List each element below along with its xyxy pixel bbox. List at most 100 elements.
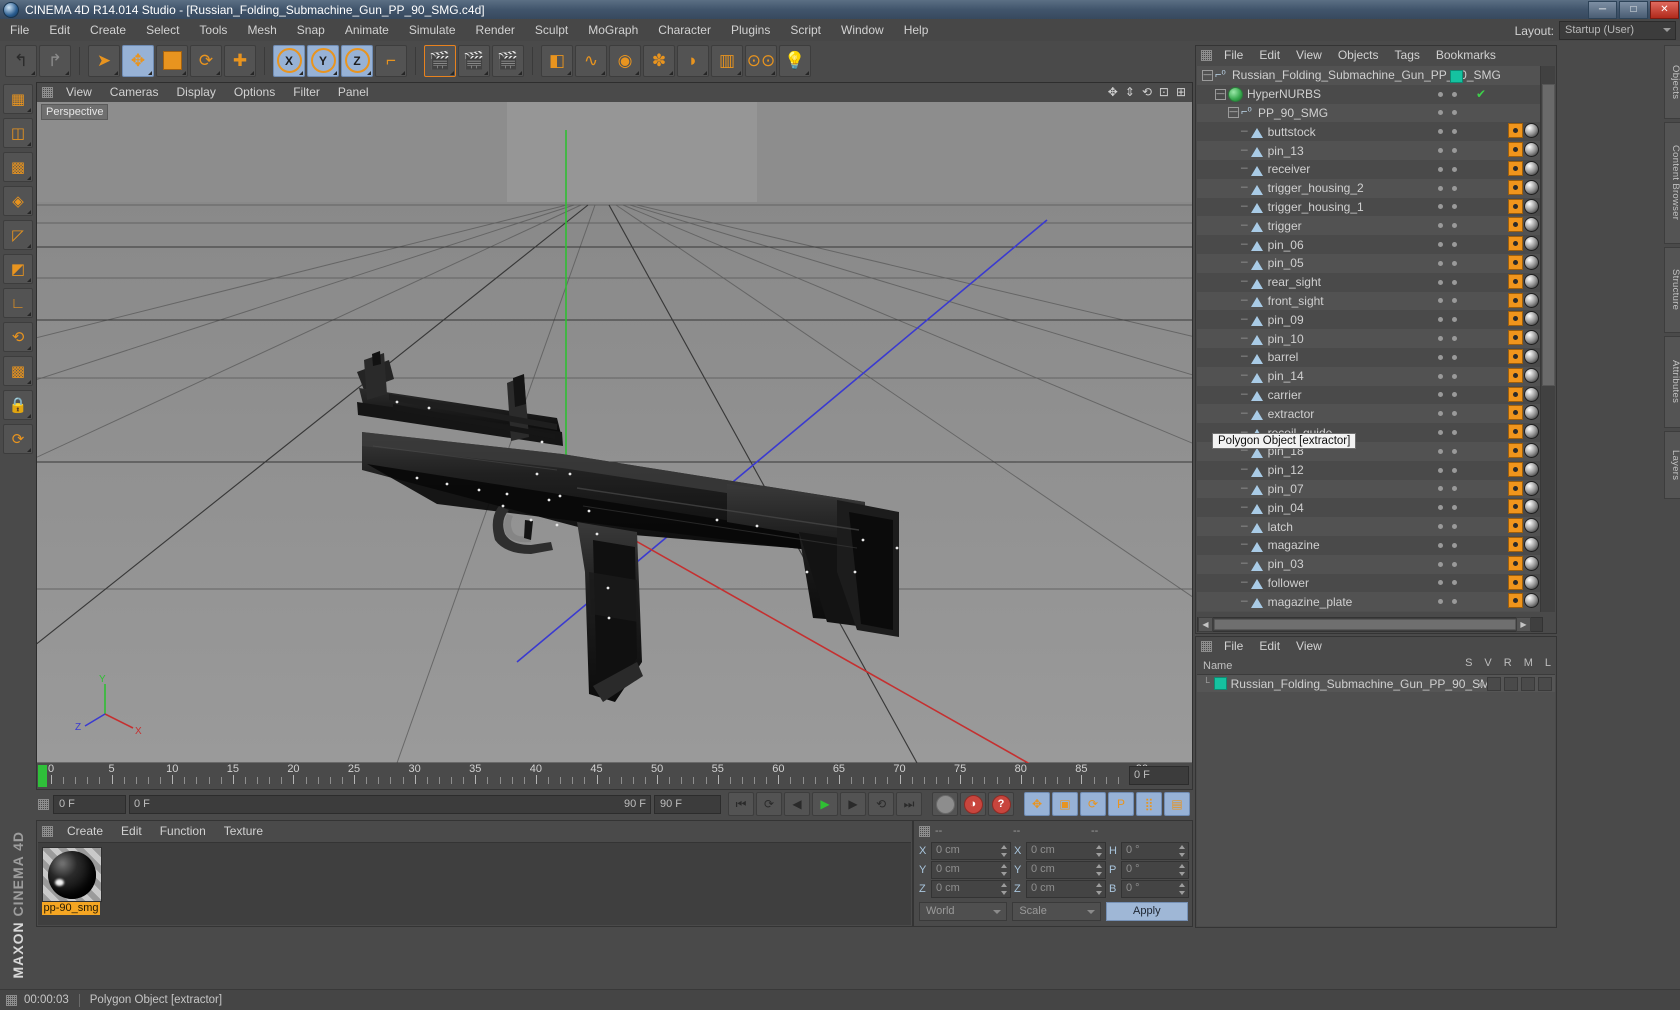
flyout-corner-icon[interactable] [635,70,639,75]
lock-axis-icon[interactable]: 🔒 [3,390,33,420]
menu-item-mograph[interactable]: MoGraph [578,19,648,41]
render-visibility-dot[interactable] [1452,91,1457,97]
render-visibility-dot[interactable] [1452,110,1457,116]
texture-tag-icon[interactable] [1508,536,1523,552]
viewport-menu-cameras[interactable]: Cameras [101,83,168,102]
texture-tag-icon[interactable] [1508,236,1523,252]
object-row[interactable]: — latch [1197,517,1541,536]
menu-item-script[interactable]: Script [780,19,831,41]
menu-item-edit[interactable]: Edit [39,19,80,41]
flyout-corner-icon[interactable] [601,70,605,75]
flyout-corner-icon[interactable] [27,448,31,452]
material-tag-icon[interactable] [1524,273,1539,289]
attribute-column-s[interactable]: S [1465,657,1472,669]
coord-spinner[interactable] [1001,844,1008,857]
attribute-menu-view[interactable]: View [1288,637,1330,656]
coord-field-size-1[interactable]: 0 cm [1026,860,1106,879]
lock-z-icon[interactable]: Z [341,44,373,77]
object-row[interactable]: — HyperNURBS ✔ [1197,84,1541,104]
move-tool-icon[interactable]: ✥ [122,44,154,77]
menu-item-tools[interactable]: Tools [189,19,237,41]
apply-button[interactable]: Apply [1105,901,1188,921]
object-row[interactable]: — magazine_plate [1197,592,1541,612]
object-row[interactable]: — trigger_housing_2 [1197,178,1541,198]
object-row[interactable]: — buttstock [1197,122,1541,142]
coord-field-position-1[interactable]: 0 cm [931,860,1011,879]
material-tag-icon[interactable] [1524,386,1539,402]
editor-visibility-dot[interactable] [1438,561,1443,567]
texture-tag-icon[interactable] [1508,367,1523,383]
attribute-menu-edit[interactable]: Edit [1251,637,1288,656]
editor-visibility-dot[interactable] [1438,467,1443,473]
visibility-dots[interactable] [1438,122,1457,141]
flyout-corner-icon[interactable] [518,70,522,75]
flyout-corner-icon[interactable] [31,70,35,75]
flyout-corner-icon[interactable] [805,70,809,75]
menu-item-select[interactable]: Select [136,19,189,41]
flyout-corner-icon[interactable] [27,210,31,214]
render-visibility-dot[interactable] [1452,223,1457,229]
editor-visibility-dot[interactable] [1438,336,1443,342]
render-visibility-dot[interactable] [1452,129,1457,135]
material-tag-icon[interactable] [1524,424,1539,440]
minimize-button[interactable]: ─ [1588,1,1617,19]
points-mode-icon[interactable]: ◈ [3,186,33,216]
visibility-dots[interactable] [1438,442,1457,461]
viewport-menu-display[interactable]: Display [167,83,224,102]
edges-mode-icon[interactable]: ◸ [3,220,33,250]
keyframe-help-button[interactable]: ? [988,792,1014,816]
attribute-row[interactable]: └ Russian_Folding_Submachine_Gun_PP_90_S… [1197,675,1555,692]
object-row[interactable]: — pin_13 [1197,141,1541,160]
flyout-corner-icon[interactable] [27,108,31,112]
flyout-corner-icon[interactable] [27,244,31,248]
render-visibility-dot[interactable] [1452,505,1457,511]
flyout-corner-icon[interactable] [27,414,31,418]
menu-item-animate[interactable]: Animate [335,19,399,41]
editor-visibility-dot[interactable] [1438,448,1443,454]
menu-item-simulate[interactable]: Simulate [399,19,466,41]
flyout-corner-icon[interactable] [27,346,31,350]
menu-item-mesh[interactable]: Mesh [237,19,286,41]
object-list-horizontal-scrollbar[interactable]: ◀ ▶ [1197,617,1543,632]
visibility-dots[interactable] [1438,480,1457,499]
timeline-scrollbar[interactable]: 0 F 90 F [129,794,651,814]
material-tag-icon[interactable] [1524,292,1539,308]
texture-tag-icon[interactable] [1508,574,1523,590]
menu-item-sculpt[interactable]: Sculpt [525,19,578,41]
panel-grip-icon[interactable] [1201,641,1212,652]
editor-visibility-dot[interactable] [1438,524,1443,530]
editor-visibility-dot[interactable] [1438,110,1443,116]
flyout-corner-icon[interactable] [450,70,454,75]
rotate-icon[interactable]: ⟲ [1142,86,1152,98]
attribute-column-v[interactable]: V [1484,657,1491,669]
key-pla-button[interactable]: ⣿ [1136,792,1162,816]
step-forward-button[interactable]: ▶ [840,792,866,816]
light-icon[interactable]: 💡 [779,44,811,77]
render-visibility-dot[interactable] [1452,524,1457,530]
flag-box-3-icon[interactable] [1521,677,1535,691]
flyout-corner-icon[interactable] [65,70,69,75]
panel-grip-icon[interactable] [38,798,49,810]
render-visibility-dot[interactable] [1452,185,1457,191]
material-tag-icon[interactable] [1524,405,1539,421]
object-row[interactable]: — trigger_housing_1 [1197,197,1541,217]
object-tree-list[interactable]: — ⌐⁰ Russian_Folding_Submachine_Gun_PP_90_… [1197,66,1541,612]
object-row[interactable]: — rear_sight [1197,272,1541,292]
editor-visibility-dot[interactable] [1438,411,1443,417]
editor-visibility-dot[interactable] [1438,91,1443,97]
axis-move-icon[interactable]: ✚ [224,44,256,77]
tree-expander-icon[interactable]: — [1215,88,1226,100]
maximize-button[interactable]: □ [1619,1,1648,19]
object-row[interactable]: — pin_10 [1197,329,1541,348]
visibility-dots[interactable] [1438,254,1457,273]
material-tag-icon[interactable] [1524,367,1539,383]
object-mode-icon[interactable]: ◫ [3,118,33,148]
flyout-corner-icon[interactable] [27,142,31,146]
array-icon[interactable]: ✽ [643,44,675,77]
render-visibility-dot[interactable] [1452,373,1457,379]
material-tag-icon[interactable] [1524,499,1539,515]
record-key-button[interactable] [932,792,958,816]
visibility-dots[interactable] [1438,536,1457,555]
material-tag-icon[interactable] [1524,348,1539,364]
material-tag-icon[interactable] [1524,330,1539,346]
